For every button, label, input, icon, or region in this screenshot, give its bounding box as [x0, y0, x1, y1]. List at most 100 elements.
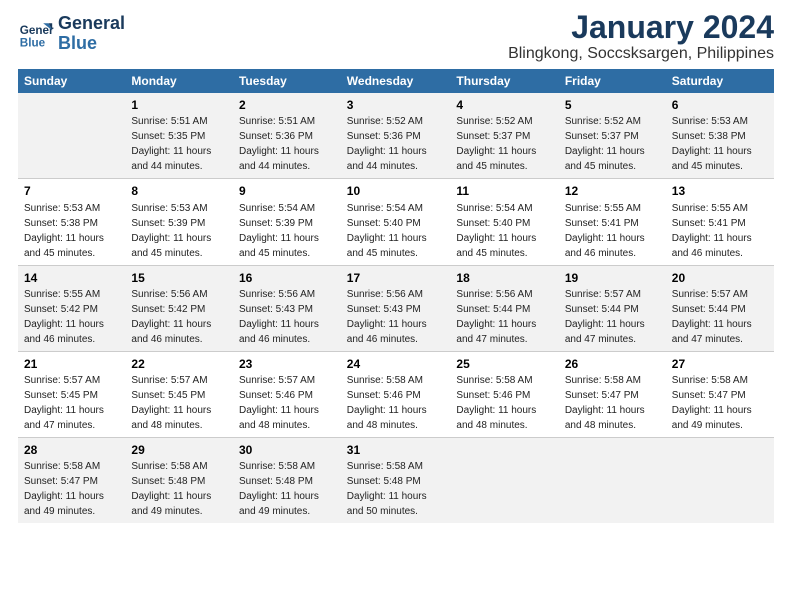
- header-row: SundayMondayTuesdayWednesdayThursdayFrid…: [18, 69, 774, 93]
- day-number: 1: [131, 97, 227, 113]
- day-cell: 27 Sunrise: 5:58 AMSunset: 5:47 PMDayligh…: [666, 351, 774, 437]
- day-number: 26: [565, 356, 660, 372]
- day-number: 18: [456, 270, 552, 286]
- day-info: Sunrise: 5:58 AMSunset: 5:46 PMDaylight:…: [456, 375, 536, 431]
- day-number: 4: [456, 97, 552, 113]
- title-block: January 2024 Blingkong, Soccsksargen, Ph…: [508, 10, 774, 63]
- day-info: Sunrise: 5:54 AMSunset: 5:39 PMDaylight:…: [239, 203, 319, 259]
- svg-text:Blue: Blue: [20, 36, 46, 49]
- day-info: Sunrise: 5:52 AMSunset: 5:36 PMDaylight:…: [347, 116, 427, 172]
- day-number: 5: [565, 97, 660, 113]
- day-info: Sunrise: 5:55 AMSunset: 5:42 PMDaylight:…: [24, 289, 104, 345]
- day-cell: 19Sunrise: 5:57 AMSunset: 5:44 PMDayligh…: [559, 265, 666, 351]
- day-cell: 31 Sunrise: 5:58 AMSunset: 5:48 PMDayligh…: [341, 437, 451, 523]
- col-header-monday: Monday: [125, 69, 233, 93]
- day-info: Sunrise: 5:54 AMSunset: 5:40 PMDaylight:…: [456, 203, 536, 259]
- day-cell: 5 Sunrise: 5:52 AMSunset: 5:37 PMDaylight…: [559, 93, 666, 179]
- week-row-5: 28 Sunrise: 5:58 AMSunset: 5:47 PMDayligh…: [18, 437, 774, 523]
- col-header-saturday: Saturday: [666, 69, 774, 93]
- day-cell: 16 Sunrise: 5:56 AMSunset: 5:43 PMDayligh…: [233, 265, 341, 351]
- day-number: 6: [672, 97, 768, 113]
- day-cell: 24 Sunrise: 5:58 AMSunset: 5:46 PMDayligh…: [341, 351, 451, 437]
- day-number: 13: [672, 183, 768, 199]
- day-number: 22: [131, 356, 227, 372]
- day-info: Sunrise: 5:58 AMSunset: 5:47 PMDaylight:…: [565, 375, 645, 431]
- day-cell: 18Sunrise: 5:56 AMSunset: 5:44 PMDayligh…: [450, 265, 558, 351]
- day-number: 9: [239, 183, 335, 199]
- col-header-friday: Friday: [559, 69, 666, 93]
- day-number: 27: [672, 356, 768, 372]
- day-number: 16: [239, 270, 335, 286]
- logo-text-line2: Blue: [58, 34, 125, 54]
- day-info: Sunrise: 5:53 AMSunset: 5:39 PMDaylight:…: [131, 203, 211, 259]
- day-info: Sunrise: 5:56 AMSunset: 5:42 PMDaylight:…: [131, 289, 211, 345]
- week-row-3: 14 Sunrise: 5:55 AMSunset: 5:42 PMDayligh…: [18, 265, 774, 351]
- day-cell: 26 Sunrise: 5:58 AMSunset: 5:47 PMDayligh…: [559, 351, 666, 437]
- day-info: Sunrise: 5:55 AMSunset: 5:41 PMDaylight:…: [672, 203, 752, 259]
- day-info: Sunrise: 5:55 AMSunset: 5:41 PMDaylight:…: [565, 203, 645, 259]
- day-number: 8: [131, 183, 227, 199]
- day-cell: 29 Sunrise: 5:58 AMSunset: 5:48 PMDayligh…: [125, 437, 233, 523]
- week-row-1: 1 Sunrise: 5:51 AMSunset: 5:35 PMDaylight…: [18, 93, 774, 179]
- day-info: Sunrise: 5:58 AMSunset: 5:48 PMDaylight:…: [239, 461, 319, 517]
- day-number: 29: [131, 442, 227, 458]
- logo-text-line1: General: [58, 14, 125, 34]
- day-info: Sunrise: 5:52 AMSunset: 5:37 PMDaylight:…: [565, 116, 645, 172]
- header: General Blue General Blue January 2024 B…: [18, 10, 774, 63]
- day-cell: 7 Sunrise: 5:53 AMSunset: 5:38 PMDaylight…: [18, 179, 125, 265]
- day-info: Sunrise: 5:57 AMSunset: 5:44 PMDaylight:…: [565, 289, 645, 345]
- day-info: Sunrise: 5:57 AMSunset: 5:45 PMDaylight:…: [24, 375, 104, 431]
- day-number: 25: [456, 356, 552, 372]
- col-header-wednesday: Wednesday: [341, 69, 451, 93]
- day-info: Sunrise: 5:58 AMSunset: 5:48 PMDaylight:…: [347, 461, 427, 517]
- day-info: Sunrise: 5:58 AMSunset: 5:48 PMDaylight:…: [131, 461, 211, 517]
- day-number: 20: [672, 270, 768, 286]
- day-number: 31: [347, 442, 445, 458]
- day-number: 15: [131, 270, 227, 286]
- day-number: 11: [456, 183, 552, 199]
- day-info: Sunrise: 5:53 AMSunset: 5:38 PMDaylight:…: [672, 116, 752, 172]
- day-cell: [666, 437, 774, 523]
- day-cell: 20Sunrise: 5:57 AMSunset: 5:44 PMDayligh…: [666, 265, 774, 351]
- col-header-tuesday: Tuesday: [233, 69, 341, 93]
- subtitle: Blingkong, Soccsksargen, Philippines: [508, 45, 774, 63]
- day-number: 7: [24, 183, 119, 199]
- day-number: 30: [239, 442, 335, 458]
- day-number: 3: [347, 97, 445, 113]
- day-cell: [18, 93, 125, 179]
- day-info: Sunrise: 5:56 AMSunset: 5:43 PMDaylight:…: [239, 289, 319, 345]
- day-info: Sunrise: 5:57 AMSunset: 5:46 PMDaylight:…: [239, 375, 319, 431]
- day-cell: 14 Sunrise: 5:55 AMSunset: 5:42 PMDayligh…: [18, 265, 125, 351]
- day-info: Sunrise: 5:56 AMSunset: 5:43 PMDaylight:…: [347, 289, 427, 345]
- col-header-thursday: Thursday: [450, 69, 558, 93]
- day-info: Sunrise: 5:58 AMSunset: 5:47 PMDaylight:…: [672, 375, 752, 431]
- day-number: 24: [347, 356, 445, 372]
- week-row-2: 7 Sunrise: 5:53 AMSunset: 5:38 PMDaylight…: [18, 179, 774, 265]
- day-cell: 15 Sunrise: 5:56 AMSunset: 5:42 PMDayligh…: [125, 265, 233, 351]
- day-cell: 23 Sunrise: 5:57 AMSunset: 5:46 PMDayligh…: [233, 351, 341, 437]
- day-cell: 3 Sunrise: 5:52 AMSunset: 5:36 PMDaylight…: [341, 93, 451, 179]
- day-info: Sunrise: 5:51 AMSunset: 5:35 PMDaylight:…: [131, 116, 211, 172]
- week-row-4: 21Sunrise: 5:57 AMSunset: 5:45 PMDayligh…: [18, 351, 774, 437]
- day-info: Sunrise: 5:51 AMSunset: 5:36 PMDaylight:…: [239, 116, 319, 172]
- day-number: 14: [24, 270, 119, 286]
- day-cell: 8 Sunrise: 5:53 AMSunset: 5:39 PMDaylight…: [125, 179, 233, 265]
- main-title: January 2024: [508, 10, 774, 45]
- day-info: Sunrise: 5:58 AMSunset: 5:47 PMDaylight:…: [24, 461, 104, 517]
- day-cell: 2Sunrise: 5:51 AMSunset: 5:36 PMDaylight…: [233, 93, 341, 179]
- day-cell: 17Sunrise: 5:56 AMSunset: 5:43 PMDayligh…: [341, 265, 451, 351]
- col-header-sunday: Sunday: [18, 69, 125, 93]
- day-cell: 6 Sunrise: 5:53 AMSunset: 5:38 PMDaylight…: [666, 93, 774, 179]
- day-info: Sunrise: 5:53 AMSunset: 5:38 PMDaylight:…: [24, 203, 104, 259]
- day-cell: [450, 437, 558, 523]
- day-info: Sunrise: 5:58 AMSunset: 5:46 PMDaylight:…: [347, 375, 427, 431]
- day-cell: 9 Sunrise: 5:54 AMSunset: 5:39 PMDaylight…: [233, 179, 341, 265]
- day-cell: 21Sunrise: 5:57 AMSunset: 5:45 PMDayligh…: [18, 351, 125, 437]
- day-number: 12: [565, 183, 660, 199]
- day-number: 23: [239, 356, 335, 372]
- day-cell: [559, 437, 666, 523]
- day-cell: 25 Sunrise: 5:58 AMSunset: 5:46 PMDayligh…: [450, 351, 558, 437]
- day-number: 28: [24, 442, 119, 458]
- day-cell: 30 Sunrise: 5:58 AMSunset: 5:48 PMDayligh…: [233, 437, 341, 523]
- day-cell: 28 Sunrise: 5:58 AMSunset: 5:47 PMDayligh…: [18, 437, 125, 523]
